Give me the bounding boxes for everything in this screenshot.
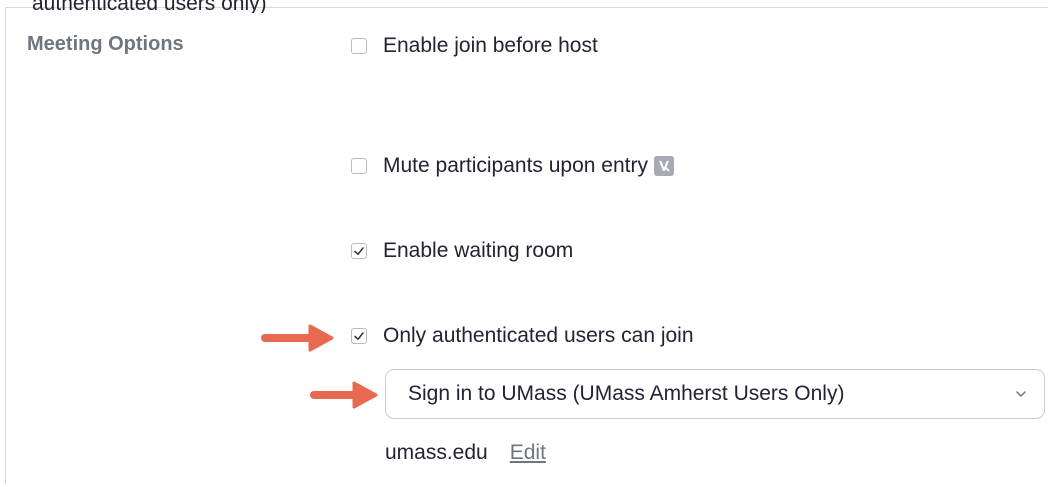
checkmark-icon — [354, 247, 364, 255]
chevron-down-icon — [1016, 391, 1026, 397]
option-label: Only authenticated users can join — [383, 324, 694, 347]
option-label: Mute participants upon entry — [383, 154, 648, 177]
checkbox-join-before-host[interactable] — [351, 38, 367, 54]
option-enable-waiting-room[interactable]: Enable waiting room — [351, 236, 573, 266]
annotation-arrow-icon — [310, 381, 378, 409]
select-value: Sign in to UMass (UMass Amherst Users On… — [408, 382, 845, 405]
checkbox-mute-participants[interactable] — [351, 158, 367, 174]
settings-page: authenticated users only) Meeting Option… — [0, 0, 1052, 487]
domain-text: umass.edu — [385, 441, 488, 464]
locked-setting-icon[interactable] — [653, 156, 674, 176]
option-mute-participants[interactable]: Mute participants upon entry — [351, 151, 674, 181]
checkbox-authenticated-users[interactable] — [351, 328, 367, 344]
edit-domain-link[interactable]: Edit — [510, 441, 546, 465]
option-label: Enable waiting room — [383, 239, 574, 262]
domain-row: umass.edu Edit — [385, 438, 546, 468]
checkmark-icon — [354, 332, 364, 340]
section-label-meeting-options: Meeting Options — [27, 33, 184, 55]
authentication-profile-select[interactable]: Sign in to UMass (UMass Amherst Users On… — [385, 369, 1045, 419]
option-only-authenticated-users[interactable]: Only authenticated users can join — [351, 321, 694, 351]
annotation-arrow-icon — [261, 324, 334, 352]
option-label: Enable join before host — [383, 34, 598, 57]
checkbox-waiting-room[interactable] — [351, 243, 367, 259]
cropped-header-text: authenticated users only) — [32, 0, 267, 13]
option-enable-join-before-host[interactable]: Enable join before host — [351, 31, 598, 61]
